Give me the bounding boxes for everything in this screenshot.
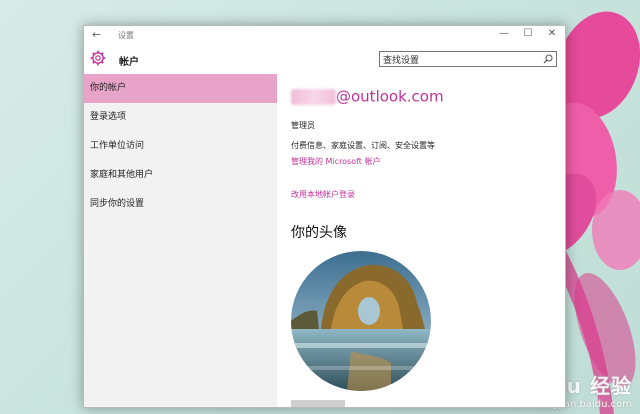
local-account-link[interactable]: 改用本地帐户登录 [291, 189, 355, 200]
page-header: 帐户 [84, 46, 565, 74]
minimize-button[interactable]: — [493, 28, 515, 39]
email-domain: @outlook.com [336, 87, 444, 106]
back-button[interactable]: ← [92, 28, 101, 41]
sidebar: 你的帐户 登录选项 工作单位访问 家庭和其他用户 同步你的设置 [84, 74, 277, 407]
manage-account-link[interactable]: 管理我的 Microsoft 帐户 [291, 156, 381, 167]
sidebar-item-your-account[interactable]: 你的帐户 [84, 74, 277, 103]
account-email: @outlook.com [291, 86, 444, 110]
title-bar: ← 设置 — ☐ ✕ [84, 26, 565, 46]
sidebar-item-work-access[interactable]: 工作单位访问 [84, 132, 277, 161]
window-title: 设置 [118, 31, 134, 40]
close-button[interactable]: ✕ [541, 28, 563, 39]
search-input[interactable] [383, 52, 533, 66]
browse-button[interactable] [291, 400, 345, 407]
avatar [291, 251, 431, 391]
account-role: 管理员 [291, 121, 315, 130]
main-content: @outlook.com 管理员 付费信息、家庭设置、订阅、安全设置等 管理我的… [277, 74, 565, 407]
avatar-heading: 你的头像 [291, 225, 347, 241]
gear-icon [90, 50, 106, 66]
search-icon[interactable] [543, 54, 553, 64]
sidebar-item-sign-in-options[interactable]: 登录选项 [84, 103, 277, 132]
search-box[interactable] [379, 51, 557, 67]
sidebar-item-family-users[interactable]: 家庭和其他用户 [84, 161, 277, 190]
maximize-button[interactable]: ☐ [517, 28, 539, 39]
blurred-username [291, 88, 336, 105]
settings-window: ← 设置 — ☐ ✕ 帐户 你的帐户 登录选项 工作单位访问 [83, 25, 566, 408]
sidebar-item-sync-settings[interactable]: 同步你的设置 [84, 190, 277, 219]
account-description: 付费信息、家庭设置、订阅、安全设置等 [291, 141, 435, 150]
page-title: 帐户 [119, 57, 139, 68]
